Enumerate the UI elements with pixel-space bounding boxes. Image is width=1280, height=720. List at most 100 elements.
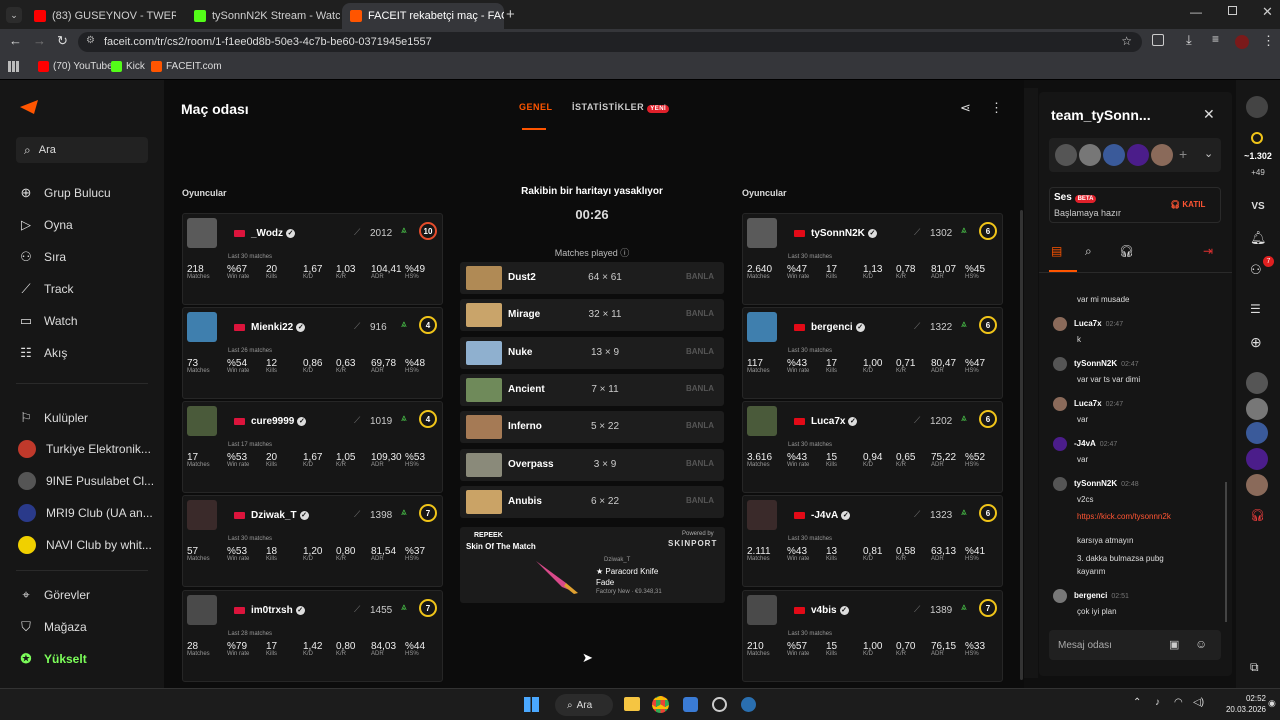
map-row[interactable]: Ancient 7 × 11 BANLA: [460, 373, 724, 406]
club-item[interactable]: 9INE Pusulabet Cl...: [18, 472, 156, 490]
taskbar-search[interactable]: ⌕ Ara: [555, 694, 613, 716]
player-name[interactable]: v4bis ✓: [794, 605, 849, 616]
avatar[interactable]: [1246, 422, 1268, 444]
wifi-icon[interactable]: ◠: [1174, 697, 1183, 708]
extensions-icon[interactable]: [1152, 34, 1164, 46]
map-row[interactable]: Nuke 13 × 9 BANLA: [460, 336, 724, 369]
avatar[interactable]: [1246, 398, 1268, 420]
collapse-icon[interactable]: ⧉: [1250, 660, 1259, 675]
player-card[interactable]: tySonnN2K ✓ ⟋ 1302 ⩓ 6 Last 30 matches 2.640 Mat…: [742, 213, 1003, 305]
close-icon[interactable]: ✕: [1203, 106, 1215, 123]
menu-icon[interactable]: ⋮: [1262, 33, 1275, 49]
headphones-icon[interactable]: 🎧︎: [1250, 508, 1265, 522]
add-icon[interactable]: +: [1179, 146, 1187, 162]
player-name[interactable]: cure9999 ✓: [234, 416, 307, 427]
close-window-button[interactable]: ✕: [1262, 4, 1273, 20]
tab-statistics[interactable]: İSTATİSTİKLER YENİ: [572, 102, 670, 113]
image-upload-icon[interactable]: ▣: [1169, 638, 1179, 651]
join-voice-button[interactable]: 🎧︎ KATIL: [1170, 200, 1205, 209]
chat-username[interactable]: bergenci 02:51: [1074, 591, 1129, 600]
reload-icon[interactable]: ↻: [57, 33, 68, 49]
ban-button[interactable]: BANLA: [686, 459, 714, 468]
bookmark-youtube[interactable]: (70) YouTube: [38, 61, 113, 72]
nav-party-finder[interactable]: ⊕ Grup Bulucu: [18, 185, 156, 201]
url-bar[interactable]: ⚙ faceit.com/tr/cs2/room/1-f1ee0d8b-50e3…: [78, 32, 1142, 52]
chat-username[interactable]: -J4vA 02:47: [1074, 439, 1117, 448]
forward-icon[interactable]: →: [33, 33, 46, 48]
nav-track[interactable]: ⟋ Track: [18, 281, 156, 297]
file-explorer-icon[interactable]: [624, 697, 640, 711]
skin-of-match-card[interactable]: REPEEK Skin Of The Match Powered by SKIN…: [460, 527, 725, 603]
maximize-button[interactable]: [1228, 6, 1237, 15]
search-field[interactable]: ⌕ Ara: [16, 137, 148, 163]
clock-time[interactable]: 02:52: [1226, 694, 1266, 703]
notification-center-icon[interactable]: ◉: [1268, 698, 1276, 709]
share-icon[interactable]: ⋖: [960, 100, 971, 116]
mic-icon[interactable]: ♪: [1155, 697, 1160, 708]
player-card[interactable]: _Wodz ✓ ⟋ 2012 ⩓ 10 Last 30 matches 218 Matches%…: [182, 213, 443, 305]
app-icon[interactable]: [683, 697, 698, 712]
ban-button[interactable]: BANLA: [686, 421, 714, 430]
ban-button[interactable]: BANLA: [686, 496, 714, 505]
avatar[interactable]: [1246, 372, 1268, 394]
player-name[interactable]: bergenci ✓: [794, 322, 865, 333]
chrome-icon[interactable]: [652, 696, 669, 713]
leave-icon[interactable]: ⇥: [1203, 244, 1213, 258]
club-item[interactable]: Turkiye Elektronik...: [18, 440, 156, 458]
player-name[interactable]: Luca7x ✓: [794, 416, 858, 427]
ban-button[interactable]: BANLA: [686, 347, 714, 356]
nav-play[interactable]: ▷ Oyna: [18, 217, 156, 233]
chat-username[interactable]: Luca7x 02:47: [1074, 319, 1123, 328]
map-row[interactable]: Mirage 32 × 11 BANLA: [460, 299, 724, 332]
player-name[interactable]: im0trxsh ✓: [234, 605, 305, 616]
site-info-icon[interactable]: ⚙: [86, 35, 95, 46]
player-card[interactable]: im0trxsh ✓ ⟋ 1455 ⩓ 7 Last 28 matches 28 Matches…: [182, 590, 443, 682]
browser-tab-faceit[interactable]: FACEIT rekabetçi maç - FACEIT ×: [342, 3, 504, 29]
profile-avatar[interactable]: [1235, 35, 1249, 49]
team-members-row[interactable]: + ⌄: [1049, 138, 1221, 172]
map-row[interactable]: Overpass 3 × 9 BANLA: [460, 448, 724, 481]
player-card[interactable]: v4bis ✓ ⟋ 1389 ⩓ 7 Last 30 matches 210 Matches %5…: [742, 590, 1003, 682]
nav-feed[interactable]: ☷ Akış: [18, 345, 156, 361]
minimize-button[interactable]: —: [1190, 5, 1202, 19]
player-name[interactable]: -J4vA ✓: [794, 510, 851, 521]
new-tab-button[interactable]: +: [506, 6, 515, 23]
notification-icon[interactable]: 🔔︎: [1250, 230, 1267, 246]
vs-label[interactable]: VS: [1236, 201, 1280, 212]
map-row[interactable]: Anubis 6 × 22 BANLA: [460, 485, 724, 518]
more-options-icon[interactable]: ⋮: [990, 100, 1003, 116]
chat-rooms-icon[interactable]: ☰: [1250, 302, 1261, 316]
nav-watch[interactable]: ▭ Watch: [18, 313, 156, 329]
message-input[interactable]: Mesaj odası ▣ ☺: [1049, 630, 1221, 660]
club-item[interactable]: NAVI Club by whit...: [18, 536, 156, 554]
apps-icon[interactable]: [8, 61, 19, 72]
avatar[interactable]: [1246, 474, 1268, 496]
tray-chevron-icon[interactable]: ⌃: [1133, 697, 1141, 708]
chat-username[interactable]: tySonnN2K 02:48: [1074, 479, 1139, 488]
avatar[interactable]: [1246, 96, 1268, 118]
ban-button[interactable]: BANLA: [686, 384, 714, 393]
player-card[interactable]: bergenci ✓ ⟋ 1322 ⩓ 6 Last 30 matches 117 Matche…: [742, 307, 1003, 399]
info-icon[interactable]: ⓘ: [620, 248, 629, 258]
emoji-icon[interactable]: ☺: [1195, 637, 1207, 651]
ban-button[interactable]: BANLA: [686, 272, 714, 281]
player-name[interactable]: tySonnN2K ✓: [794, 228, 877, 239]
chat-link[interactable]: https://kick.com/tysonnn2k: [1077, 512, 1171, 521]
chat-username[interactable]: Luca7x 02:47: [1074, 399, 1123, 408]
nav-upgrade[interactable]: ✪ Yükselt: [18, 651, 156, 667]
bookmark-kick[interactable]: Kick: [111, 61, 145, 72]
faceit-logo-icon[interactable]: [20, 100, 38, 114]
chat-scrollbar[interactable]: [1225, 482, 1227, 622]
scrollbar[interactable]: [1020, 210, 1023, 680]
player-name[interactable]: _Wodz ✓: [234, 228, 296, 239]
chat-tab-voice[interactable]: 🎧︎: [1119, 244, 1134, 258]
back-icon[interactable]: ←: [9, 33, 22, 48]
club-item[interactable]: MRI9 Club (UA an...: [18, 504, 156, 522]
tab-general[interactable]: GENEL: [519, 102, 553, 112]
chat-username[interactable]: tySonnN2K 02:47: [1074, 359, 1139, 368]
nav-shop[interactable]: ⛉ Mağaza: [18, 619, 156, 635]
player-card[interactable]: Luca7x ✓ ⟋ 1202 ⩓ 6 Last 30 matches 3.616 Matche…: [742, 401, 1003, 493]
nav-ranking[interactable]: ⚇ Sıra: [18, 249, 156, 265]
player-card[interactable]: Mienki22 ✓ ⟋ 916 ⩓ 4 Last 26 matches 73 Matches%…: [182, 307, 443, 399]
media-icon[interactable]: ≡: [1212, 32, 1219, 46]
